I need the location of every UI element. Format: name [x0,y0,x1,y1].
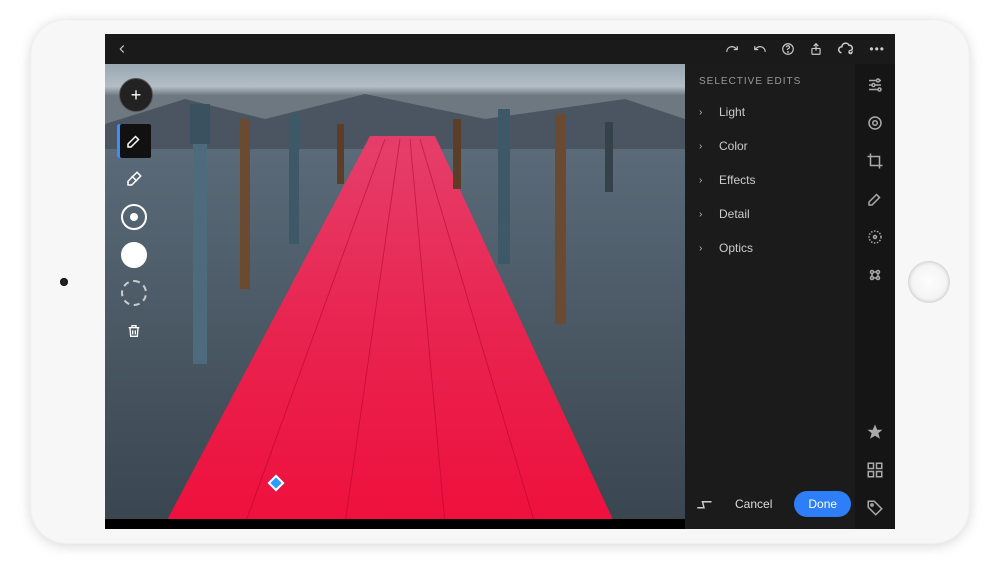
ipad-home-button[interactable] [908,261,950,303]
brush-icon[interactable] [864,188,886,210]
chevron-right-icon: › [699,243,709,254]
presets-icon[interactable] [864,112,886,134]
eraser-tool[interactable] [117,162,151,196]
overflow-icon[interactable]: ••• [869,42,885,56]
section-label: Effects [719,173,755,187]
ipad-frame: ••• [30,19,970,544]
add-mask-button[interactable]: + [119,78,153,112]
section-label: Detail [719,207,750,221]
help-icon[interactable] [781,42,795,56]
plus-icon: + [131,85,142,106]
feather-tool[interactable] [121,204,147,230]
mask-solid-tool[interactable] [121,242,147,268]
delete-mask-button[interactable] [117,314,151,348]
share-icon[interactable] [809,42,823,56]
star-icon[interactable] [864,421,886,443]
section-label: Optics [719,241,753,255]
section-color[interactable]: › Color [685,129,855,163]
grid-icon[interactable] [864,459,886,481]
app-screen: ••• [105,34,895,529]
tool-strip [115,124,153,348]
adjust-icon[interactable] [864,74,886,96]
cancel-button[interactable]: Cancel [721,491,786,517]
redo-icon[interactable] [725,42,739,56]
section-optics[interactable]: › Optics [685,231,855,265]
canvas[interactable]: + [105,64,685,529]
chevron-right-icon: › [699,107,709,118]
back-button[interactable] [115,42,129,56]
crop-icon[interactable] [864,150,886,172]
main: + [105,64,895,529]
chevron-right-icon: › [699,141,709,152]
edit-panel: SELECTIVE EDITS › Light › Color › Effect… [685,64,855,529]
mask-outline-tool[interactable] [121,280,147,306]
chevron-right-icon: › [699,209,709,220]
section-detail[interactable]: › Detail [685,197,855,231]
chevron-right-icon: › [699,175,709,186]
right-rail [855,64,895,529]
before-after-icon[interactable] [695,497,713,511]
panel-title: SELECTIVE EDITS [685,64,855,95]
ipad-camera [60,278,68,286]
section-effects[interactable]: › Effects [685,163,855,197]
top-bar: ••• [105,34,895,64]
photo [105,64,685,529]
tag-icon[interactable] [864,497,886,519]
section-label: Light [719,105,745,119]
done-button[interactable]: Done [794,491,851,517]
section-light[interactable]: › Light [685,95,855,129]
bottom-actions: Cancel Done [685,481,855,529]
brush-tool[interactable] [117,124,151,158]
cloud-sync-icon[interactable] [837,42,855,56]
selective-icon[interactable] [864,264,886,286]
undo-icon[interactable] [753,42,767,56]
radial-icon[interactable] [864,226,886,248]
section-label: Color [719,139,748,153]
